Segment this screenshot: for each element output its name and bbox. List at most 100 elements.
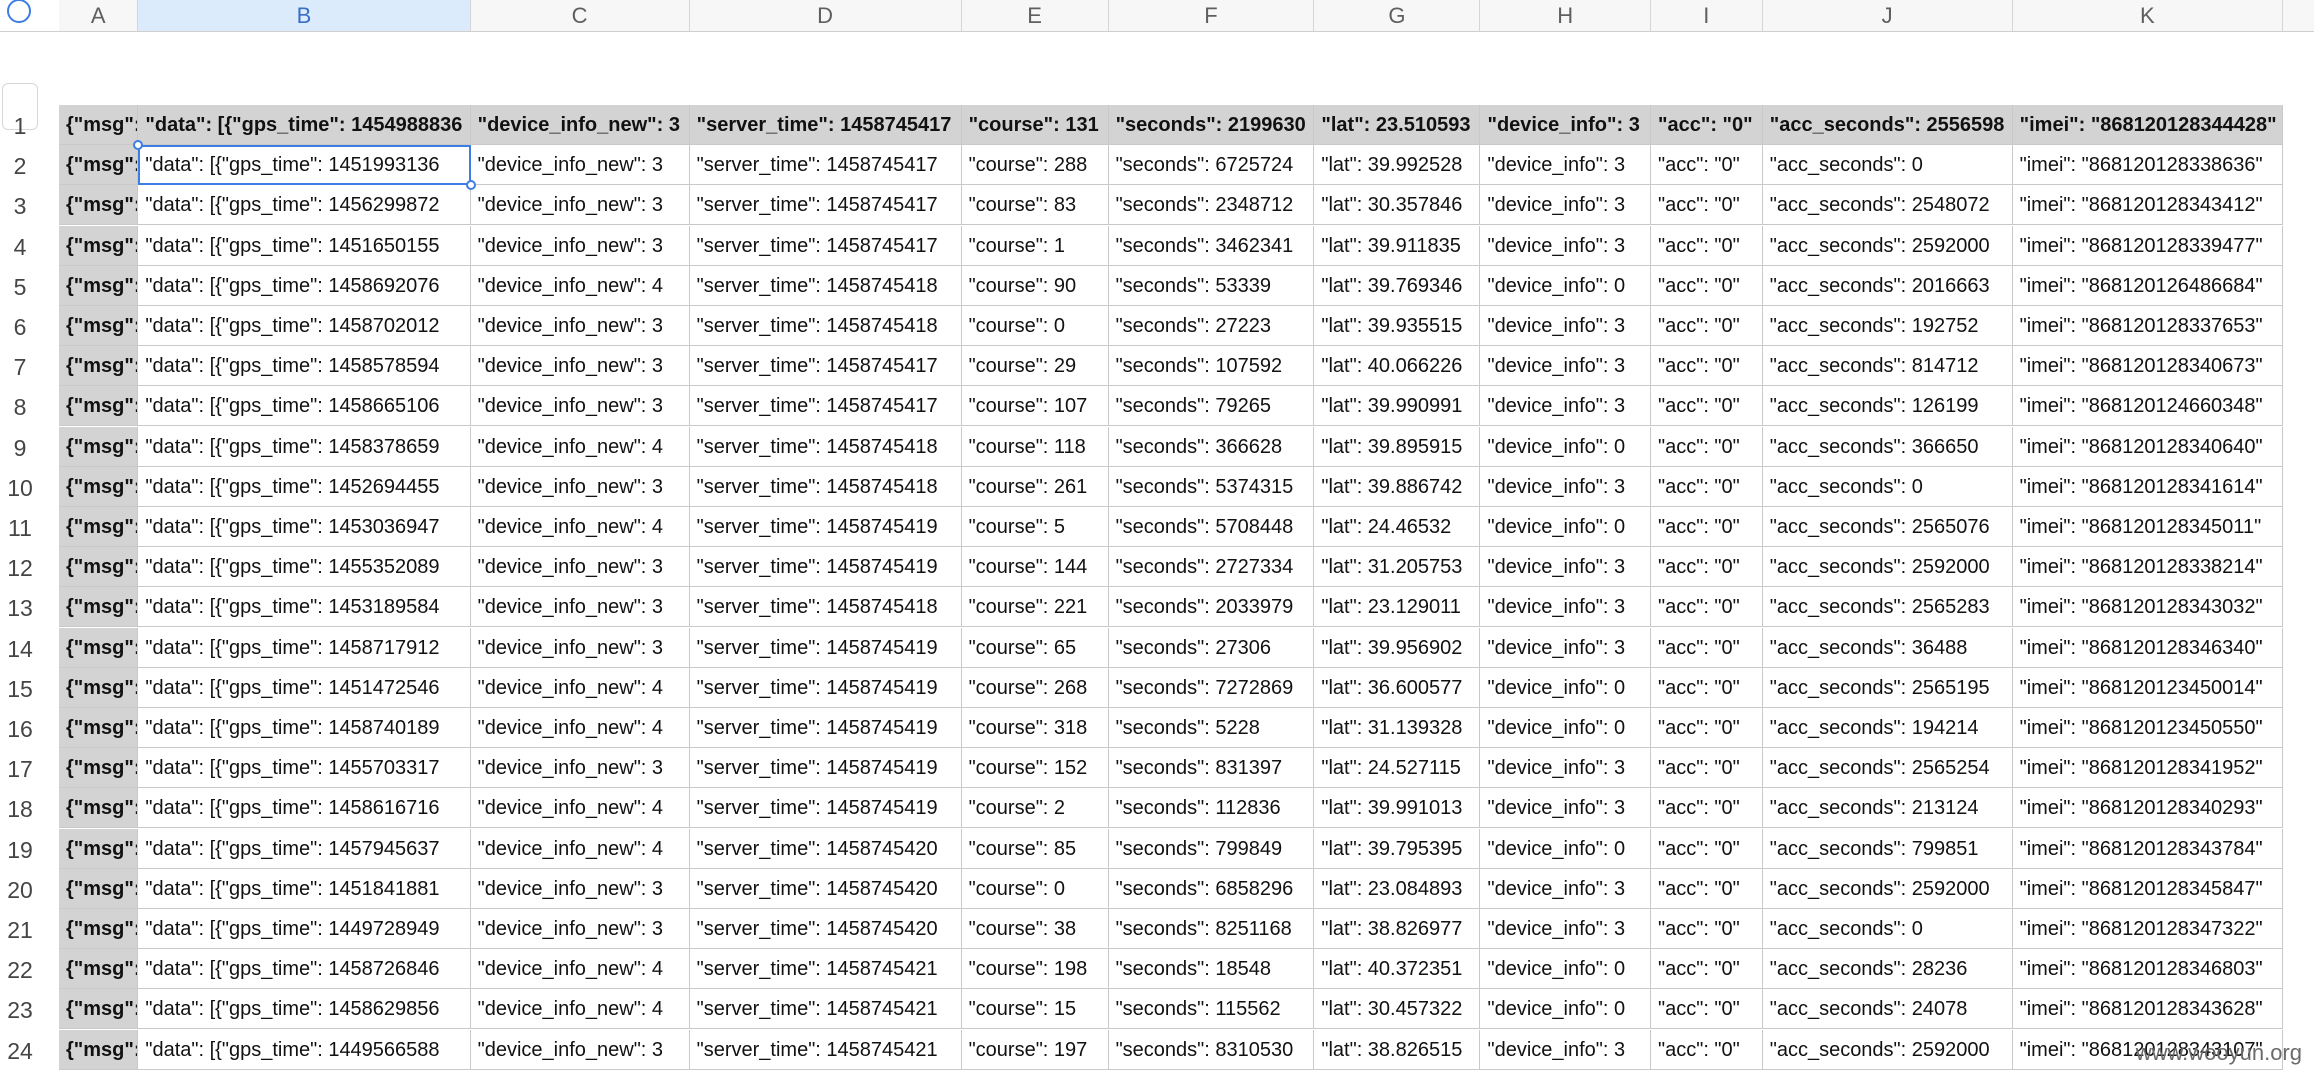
cell-c3[interactable]: "device_info_new": 3 (470, 185, 690, 226)
cell-h18[interactable]: "device_info": 3 (1480, 788, 1651, 829)
cell-f22[interactable]: "seconds": 18548 (1108, 949, 1315, 990)
cell-d3[interactable]: "server_time": 1458745417 (689, 185, 962, 226)
cell-a13[interactable]: {"msg": " (59, 587, 139, 628)
row-number[interactable]: 13 (0, 595, 40, 622)
cell-a8[interactable]: {"msg": " (59, 386, 139, 427)
cell-f2[interactable]: "seconds": 6725724 (1108, 145, 1315, 186)
cell-g2[interactable]: "lat": 39.992528 (1314, 145, 1481, 186)
cell-a2[interactable]: {"msg": " (59, 145, 139, 186)
cell-j5[interactable]: "acc_seconds": 2016663 (1762, 265, 2013, 306)
cell-g10[interactable]: "lat": 39.886742 (1314, 466, 1481, 507)
cell-a7[interactable]: {"msg": " (59, 346, 139, 387)
cell-d5[interactable]: "server_time": 1458745418 (689, 265, 962, 306)
cell-a19[interactable]: {"msg": " (59, 828, 139, 869)
cell-j14[interactable]: "acc_seconds": 36488 (1762, 627, 2013, 668)
column-header-k[interactable]: K (2013, 0, 2284, 31)
cell-a14[interactable]: {"msg": " (59, 627, 139, 668)
cell-g20[interactable]: "lat": 23.084893 (1314, 868, 1481, 909)
cell-j20[interactable]: "acc_seconds": 2592000 (1762, 868, 2013, 909)
row-number[interactable]: 1 (0, 113, 40, 140)
cell-i3[interactable]: "acc": "0" (1651, 185, 1763, 226)
row-number[interactable]: 6 (0, 314, 40, 341)
cell-h21[interactable]: "device_info": 3 (1480, 909, 1651, 949)
cell-d13[interactable]: "server_time": 1458745418 (689, 587, 962, 628)
row-number[interactable]: 7 (0, 354, 40, 381)
cell-c1[interactable]: "device_info_new": 3 (470, 105, 690, 145)
cell-c23[interactable]: "device_info_new": 4 (470, 989, 690, 1030)
cell-g15[interactable]: "lat": 36.600577 (1314, 667, 1481, 708)
cell-d6[interactable]: "server_time": 1458745418 (689, 306, 962, 346)
cell-b14[interactable]: "data": [{"gps_time": 1458717912 (138, 627, 471, 668)
cell-g7[interactable]: "lat": 40.066226 (1314, 346, 1481, 387)
cell-i21[interactable]: "acc": "0" (1651, 909, 1763, 949)
cell-b12[interactable]: "data": [{"gps_time": 1455352089 (138, 547, 471, 588)
cell-b7[interactable]: "data": [{"gps_time": 1458578594 (138, 346, 471, 387)
cell-f14[interactable]: "seconds": 27306 (1108, 627, 1315, 668)
cell-k19[interactable]: "imei": "868120128343784" (2012, 828, 2284, 869)
cell-a17[interactable]: {"msg": " (59, 748, 139, 789)
cell-d15[interactable]: "server_time": 1458745419 (689, 667, 962, 708)
cell-i12[interactable]: "acc": "0" (1651, 547, 1763, 588)
row-number[interactable]: 2 (0, 153, 40, 180)
cell-g21[interactable]: "lat": 38.826977 (1314, 909, 1481, 949)
cell-i9[interactable]: "acc": "0" (1651, 426, 1763, 467)
cell-b18[interactable]: "data": [{"gps_time": 1458616716 (138, 788, 471, 829)
cell-c24[interactable]: "device_info_new": 3 (470, 1029, 690, 1070)
cell-f3[interactable]: "seconds": 2348712 (1108, 185, 1315, 226)
cell-d16[interactable]: "server_time": 1458745419 (689, 708, 962, 748)
cell-f5[interactable]: "seconds": 53339 (1108, 265, 1315, 306)
row-number[interactable]: 3 (0, 193, 40, 220)
cell-k5[interactable]: "imei": "868120126486684" (2012, 265, 2284, 306)
cell-j12[interactable]: "acc_seconds": 2592000 (1762, 547, 2013, 588)
row-number[interactable]: 21 (0, 917, 40, 944)
column-header-d[interactable]: D (690, 0, 962, 31)
cell-j1[interactable]: "acc_seconds": 2556598 (1762, 105, 2013, 145)
cell-a1[interactable]: {"msg": " (59, 105, 139, 145)
cell-h10[interactable]: "device_info": 3 (1480, 466, 1651, 507)
cell-a6[interactable]: {"msg": " (59, 306, 139, 346)
cell-k12[interactable]: "imei": "868120128338214" (2012, 547, 2284, 588)
cell-c16[interactable]: "device_info_new": 4 (470, 708, 690, 748)
cell-e11[interactable]: "course": 5 (961, 507, 1109, 547)
cell-c19[interactable]: "device_info_new": 4 (470, 828, 690, 869)
cell-e5[interactable]: "course": 90 (961, 265, 1109, 306)
cell-g8[interactable]: "lat": 39.990991 (1314, 386, 1481, 427)
cell-b21[interactable]: "data": [{"gps_time": 1449728949 (138, 909, 471, 949)
cell-e3[interactable]: "course": 83 (961, 185, 1109, 226)
cell-d22[interactable]: "server_time": 1458745421 (689, 949, 962, 990)
cell-k3[interactable]: "imei": "868120128343412" (2012, 185, 2284, 226)
cell-g16[interactable]: "lat": 31.139328 (1314, 708, 1481, 748)
column-header-h[interactable]: H (1480, 0, 1651, 31)
cell-a23[interactable]: {"msg": " (59, 989, 139, 1030)
cell-h13[interactable]: "device_info": 3 (1480, 587, 1651, 628)
cell-i4[interactable]: "acc": "0" (1651, 225, 1763, 266)
cell-h22[interactable]: "device_info": 0 (1480, 949, 1651, 990)
cell-a9[interactable]: {"msg": " (59, 426, 139, 467)
cell-b19[interactable]: "data": [{"gps_time": 1457945637 (138, 828, 471, 869)
row-number[interactable]: 10 (0, 475, 40, 502)
cell-d19[interactable]: "server_time": 1458745420 (689, 828, 962, 869)
cell-j22[interactable]: "acc_seconds": 28236 (1762, 949, 2013, 990)
cell-h11[interactable]: "device_info": 0 (1480, 507, 1651, 547)
cell-a5[interactable]: {"msg": " (59, 265, 139, 306)
column-header-a[interactable]: A (59, 0, 139, 31)
cell-e1[interactable]: "course": 131 (961, 105, 1109, 145)
cell-i2[interactable]: "acc": "0" (1651, 145, 1763, 186)
select-all-corner[interactable] (0, 0, 60, 32)
cell-e2[interactable]: "course": 288 (961, 145, 1109, 186)
cell-b9[interactable]: "data": [{"gps_time": 1458378659 (138, 426, 471, 467)
cell-h8[interactable]: "device_info": 3 (1480, 386, 1651, 427)
row-number[interactable]: 14 (0, 636, 40, 663)
cell-d21[interactable]: "server_time": 1458745420 (689, 909, 962, 949)
cell-d14[interactable]: "server_time": 1458745419 (689, 627, 962, 668)
cell-f21[interactable]: "seconds": 8251168 (1108, 909, 1315, 949)
cell-g11[interactable]: "lat": 24.46532 (1314, 507, 1481, 547)
cell-g14[interactable]: "lat": 39.956902 (1314, 627, 1481, 668)
cell-e18[interactable]: "course": 2 (961, 788, 1109, 829)
cell-d1[interactable]: "server_time": 1458745417 (689, 105, 962, 145)
cell-g13[interactable]: "lat": 23.129011 (1314, 587, 1481, 628)
cell-i5[interactable]: "acc": "0" (1651, 265, 1763, 306)
row-number[interactable]: 17 (0, 756, 40, 783)
cell-g4[interactable]: "lat": 39.911835 (1314, 225, 1481, 266)
cell-k22[interactable]: "imei": "868120128346803" (2012, 949, 2284, 990)
